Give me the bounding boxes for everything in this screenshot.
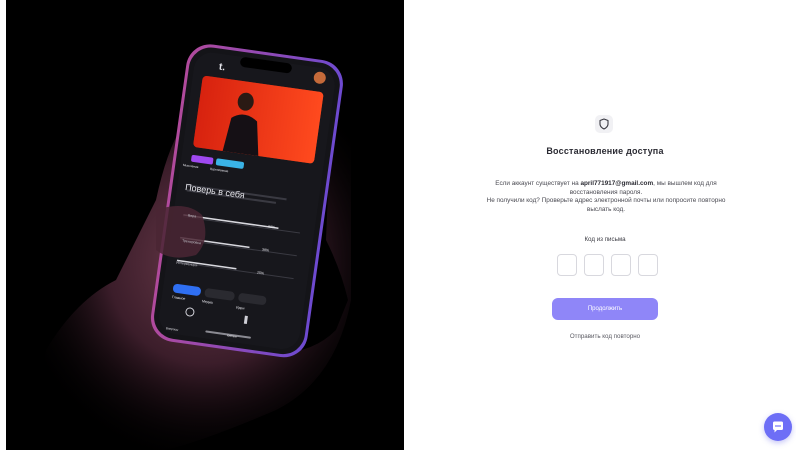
- recovery-panel: [404, 0, 796, 450]
- row-3-value: 25%: [256, 270, 265, 276]
- code-digit-2[interactable]: [584, 254, 604, 276]
- nav-item-2: Кнопки: [226, 333, 237, 339]
- code-digit-1[interactable]: [557, 254, 577, 276]
- code-digit-3[interactable]: [611, 254, 631, 276]
- chat-bubble-icon: [773, 421, 783, 433]
- tag-1: Мышление: [182, 162, 199, 170]
- email-address: april771917@gmail.com: [580, 180, 654, 187]
- desc-prefix: Если аккаунт существует на: [495, 180, 579, 187]
- shield-icon: [595, 115, 613, 133]
- continue-button[interactable]: Продолжить: [552, 298, 658, 320]
- row-1-label: Вера: [187, 213, 197, 219]
- chat-button[interactable]: [764, 413, 792, 441]
- phone-button-3: Идеи: [235, 305, 245, 311]
- nav-item-1: Вопросы: [165, 326, 179, 332]
- page-title: Восстановление доступа: [546, 146, 664, 156]
- recovery-description: Если аккаунт существует на april771917@g…: [486, 180, 726, 214]
- code-input-group: [557, 254, 658, 276]
- desc-line-2: Не получили код? Проверьте адрес электро…: [486, 197, 726, 213]
- card-title: Поверь в себя: [184, 182, 246, 201]
- row-3-label: Интервенция: [175, 260, 198, 268]
- row-2-value: 38%: [261, 247, 270, 253]
- row-1-value: 80%: [267, 224, 276, 230]
- phone-screen-text: t. Мышление Вдохновение Поверь в себя Ве…: [6, 0, 404, 450]
- resend-code-link[interactable]: Отправить код повторно: [540, 333, 670, 340]
- tag-2: Вдохновение: [209, 166, 229, 174]
- code-digit-4[interactable]: [638, 254, 658, 276]
- app-logo: t.: [218, 61, 226, 74]
- row-2-label: Тренировка: [181, 238, 202, 246]
- phone-button-1: Главное: [171, 295, 186, 301]
- hero-image: t. Мышление Вдохновение Поверь в себя Ве…: [6, 0, 404, 450]
- code-label: Код из письма: [584, 236, 626, 243]
- phone-button-2: Медиа: [201, 299, 214, 305]
